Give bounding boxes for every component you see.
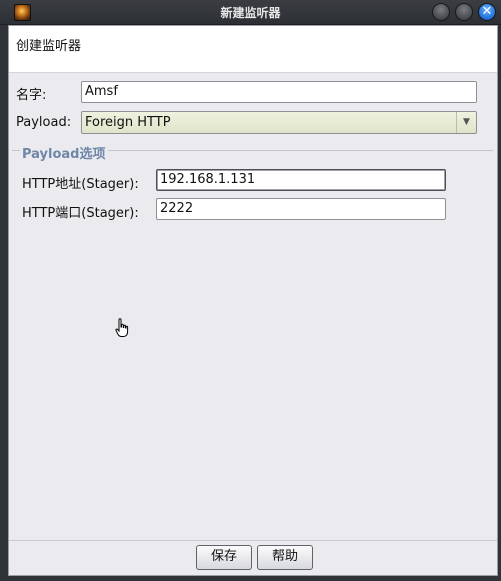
http-port-label: HTTP端口(Stager):	[22, 206, 139, 221]
dialog-header: 创建监听器	[9, 26, 497, 73]
payload-options-title: Payload选项	[20, 143, 108, 162]
listener-dialog-window: 新建监听器 ✕ 创建监听器 名字: Amsf Payload: Foreign …	[0, 0, 501, 581]
close-icon: ✕	[481, 4, 493, 19]
title-bar[interactable]: 新建监听器 ✕	[0, 0, 501, 25]
maximize-button[interactable]	[455, 3, 473, 21]
hand-cursor-icon	[115, 318, 129, 337]
http-host-input[interactable]: 192.168.1.131	[156, 169, 446, 191]
name-label: 名字:	[16, 88, 47, 103]
payload-select[interactable]: Foreign HTTP ▼	[81, 111, 477, 134]
close-button[interactable]: ✕	[478, 3, 496, 21]
http-port-input[interactable]: 2222	[156, 198, 446, 220]
save-button[interactable]: 保存	[196, 545, 252, 570]
payload-label: Payload:	[16, 115, 72, 130]
footer-divider	[9, 540, 497, 541]
dialog-header-title: 创建监听器	[16, 39, 82, 54]
http-host-label: HTTP地址(Stager):	[22, 177, 139, 192]
minimize-button[interactable]	[432, 3, 450, 21]
help-button[interactable]: 帮助	[257, 545, 313, 570]
payload-selected-value: Foreign HTTP	[85, 115, 171, 130]
dialog-body: 创建监听器 名字: Amsf Payload: Foreign HTTP ▼ P…	[8, 25, 498, 576]
chevron-down-icon[interactable]: ▼	[456, 112, 476, 133]
window-title: 新建监听器	[220, 6, 281, 20]
name-input[interactable]: Amsf	[81, 81, 477, 103]
